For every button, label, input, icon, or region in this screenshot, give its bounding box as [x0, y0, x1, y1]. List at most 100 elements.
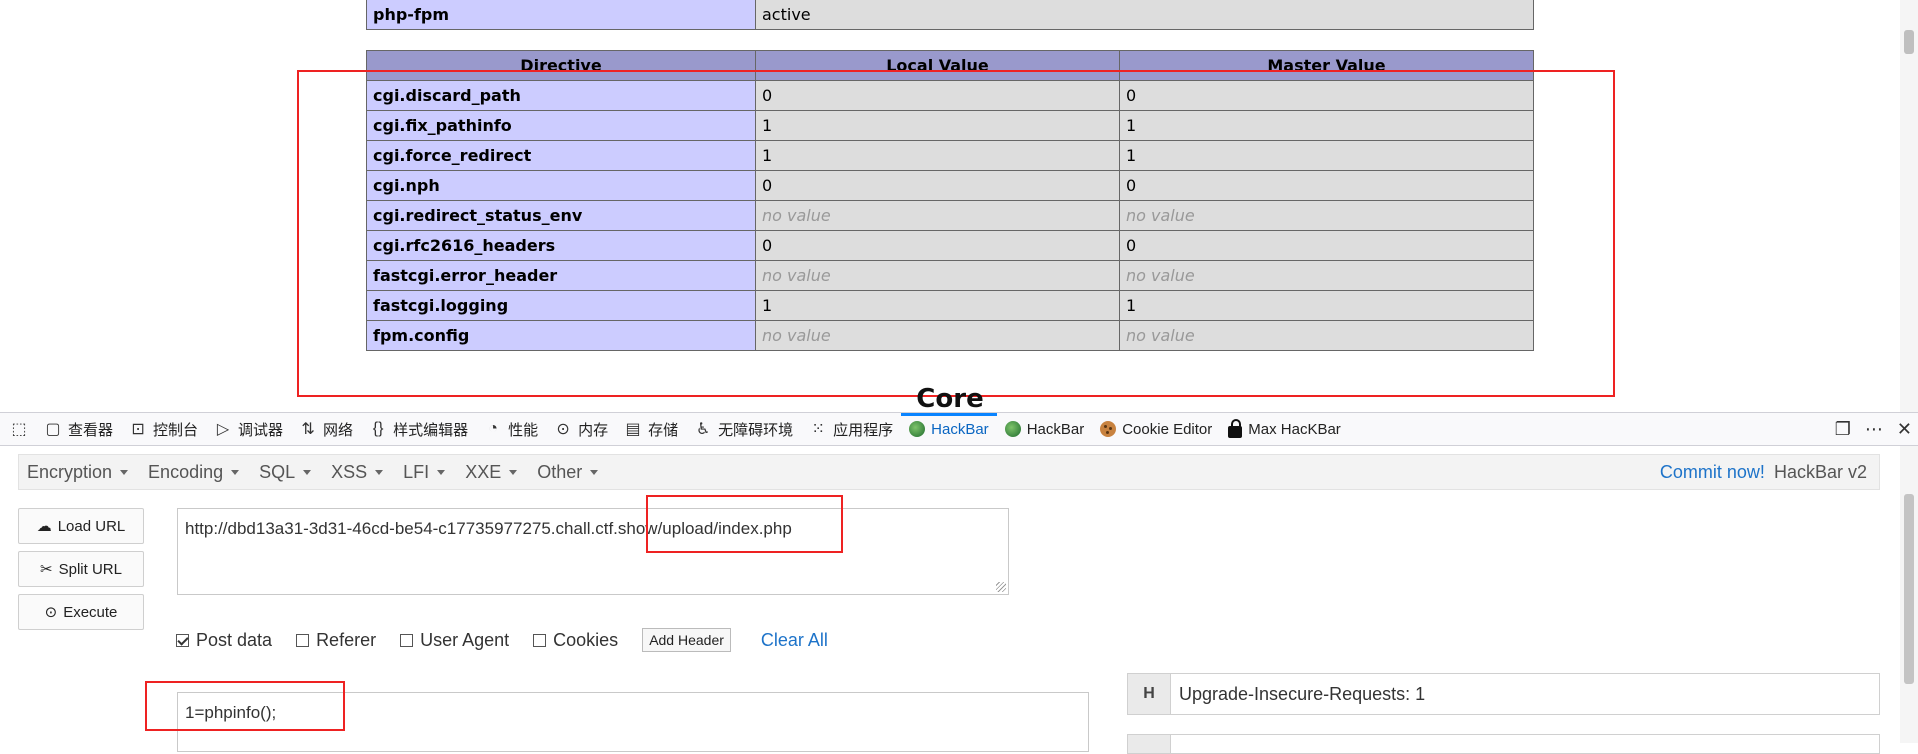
checkbox-group: Post data Referer User Agent Cookies: [176, 630, 642, 651]
cloud-download-icon: ☁: [36, 518, 52, 535]
panel-scrollbar[interactable]: [1900, 446, 1918, 743]
devtools-tab[interactable]: ⁙ 应用程序: [801, 413, 901, 445]
section-heading-core: Core: [916, 384, 984, 412]
hackbar-menu-list: Encryption Encoding SQL XSS LFI XXE Other: [19, 462, 610, 483]
header-row: H Upgrade-Insecure-Requests: 1: [1127, 673, 1880, 715]
hackbar-menu[interactable]: SQL: [251, 462, 323, 483]
devtools-right-controls: ❐ ⋯ ✕: [1835, 413, 1912, 445]
devtools-tab-label: HackBar: [1026, 420, 1085, 438]
hackbar-menu-label: XXE: [465, 461, 502, 482]
hackbar-menu[interactable]: XXE: [457, 462, 529, 483]
devtools-tab-label: 控制台: [153, 421, 199, 439]
table-row: php-fpm active: [366, 0, 1534, 30]
add-header-button[interactable]: Add Header: [642, 628, 731, 652]
devtools-tab[interactable]: ⊡ 控制台: [121, 413, 206, 445]
checkbox-label: User Agent: [420, 629, 510, 650]
devtools-tab[interactable]: ⊙ 内存: [546, 413, 616, 445]
element-picker-button[interactable]: ⬚: [0, 413, 36, 445]
devtools-tabs: ▢ 查看器 ⊡ 控制台 ▷ 调试器 ⇅ 网络 {} 样式编辑器 ◔ 性能 ⊙ 内存 ▤ 存储 ♿ 无障碍环境 ⁙ 应用…: [36, 413, 1349, 445]
commit-now-link[interactable]: Commit now!: [1660, 462, 1765, 482]
style-editor-icon: {}: [372, 420, 384, 437]
hackbar-menu-label: Encoding: [148, 461, 224, 482]
devtools-tab-label: 无障碍环境: [718, 421, 794, 439]
devtools-tab-label: 性能: [508, 421, 539, 439]
devtools-tab[interactable]: ⇅ 网络: [291, 413, 361, 445]
devtools-tab-label: 查看器: [68, 421, 114, 439]
clear-all-link[interactable]: Clear All: [761, 630, 828, 651]
checkbox-option[interactable]: User Agent: [400, 630, 509, 651]
chevron-down-icon: [303, 469, 312, 475]
hackbar-icon: [909, 421, 926, 437]
checkbox[interactable]: [176, 633, 189, 647]
value-cell: active: [755, 0, 1534, 30]
devtools-tab-label: 调试器: [238, 421, 284, 439]
directive-cell: php-fpm: [366, 0, 756, 30]
php-fpm-table: php-fpm active: [366, 0, 1534, 30]
chevron-down-icon: [231, 469, 240, 475]
hackbar-menu[interactable]: LFI: [395, 462, 457, 483]
devtools-tab[interactable]: ◔ 性能: [476, 413, 546, 445]
devtools-tab-label: 存储: [648, 421, 679, 439]
load-url-button[interactable]: ☁ Load URL: [18, 508, 144, 544]
devtools-tab-label: Cookie Editor: [1122, 420, 1213, 438]
options-row: Post data Referer User Agent Cookies Add He…: [176, 628, 828, 652]
chevron-down-icon: [375, 469, 384, 475]
devtools-tab[interactable]: Max HacKBar: [1220, 413, 1349, 445]
lock-icon: [1228, 418, 1243, 438]
close-icon[interactable]: ✕: [1897, 419, 1912, 440]
devtools-tab[interactable]: ▤ 存储: [616, 413, 686, 445]
split-url-button[interactable]: ✂ Split URL: [18, 551, 144, 587]
hackbar-icon: [1004, 421, 1021, 437]
play-icon: ⊙: [44, 604, 58, 621]
element-picker-icon: ⬚: [11, 421, 27, 438]
devtools-tab[interactable]: ▢ 查看器: [36, 413, 121, 445]
chevron-down-icon: [509, 469, 518, 475]
devtools-tab[interactable]: HackBar: [901, 413, 997, 445]
hackbar-menu[interactable]: Other: [529, 462, 610, 483]
devtools-tab-label: 网络: [323, 421, 354, 439]
header-value-input[interactable]: [1171, 734, 1880, 754]
scissors-icon: ✂: [40, 561, 53, 578]
performance-icon: ◔: [488, 420, 498, 437]
page-scrollbar[interactable]: [1900, 0, 1918, 412]
debugger-icon: ▷: [216, 421, 230, 438]
hackbar-menu-label: LFI: [403, 461, 430, 482]
url-textarea[interactable]: http://dbd13a31-3d31-46cd-be54-c17735977…: [177, 508, 1009, 595]
inspector-icon: ▢: [45, 421, 61, 438]
annotation-box-cgi-settings: [297, 70, 1615, 397]
scrollbar-thumb[interactable]: [1904, 30, 1914, 54]
header-value-input[interactable]: Upgrade-Insecure-Requests: 1: [1171, 673, 1880, 715]
chevron-down-icon: [590, 469, 599, 475]
checkbox[interactable]: [533, 633, 547, 647]
devtools-tab[interactable]: ▷ 调试器: [206, 413, 291, 445]
memory-icon: ⊙: [556, 421, 570, 438]
hackbar-menu[interactable]: Encoding: [140, 462, 251, 483]
resize-handle[interactable]: [996, 582, 1006, 592]
checkbox[interactable]: [296, 633, 310, 647]
checkbox-label: Post data: [196, 629, 273, 650]
execute-button[interactable]: ⊙ Execute: [18, 594, 144, 630]
checkbox-option[interactable]: Referer: [296, 630, 376, 651]
hackbar-menu[interactable]: Encryption: [19, 462, 140, 483]
checkbox-option[interactable]: Post data: [176, 630, 272, 651]
more-options-icon[interactable]: ⋯: [1865, 419, 1883, 440]
devtools-tab[interactable]: HackBar: [997, 413, 1093, 445]
devtools-tab[interactable]: ♿ 无障碍环境: [686, 413, 801, 445]
split-url-label: Split URL: [58, 560, 122, 578]
accessibility-icon: ♿: [695, 421, 711, 438]
checkbox[interactable]: [400, 633, 414, 647]
checkbox-option[interactable]: Cookies: [533, 630, 618, 651]
devtools-tab-label: 应用程序: [833, 421, 894, 439]
devtools-tab[interactable]: Cookie Editor: [1092, 413, 1220, 445]
chevron-down-icon: [437, 469, 446, 475]
devtools-tab[interactable]: {} 样式编辑器: [361, 413, 476, 445]
load-url-label: Load URL: [57, 517, 126, 535]
hackbar-commit: Commit now! HackBar v2: [1660, 462, 1879, 483]
scrollbar-thumb[interactable]: [1904, 494, 1914, 684]
hackbar-menu-label: Other: [537, 461, 583, 482]
application-icon: ⁙: [811, 421, 825, 438]
dock-options-icon[interactable]: ❐: [1835, 419, 1851, 440]
chevron-down-icon: [120, 469, 129, 475]
header-type-badge: [1127, 734, 1171, 754]
hackbar-menu[interactable]: XSS: [323, 462, 395, 483]
